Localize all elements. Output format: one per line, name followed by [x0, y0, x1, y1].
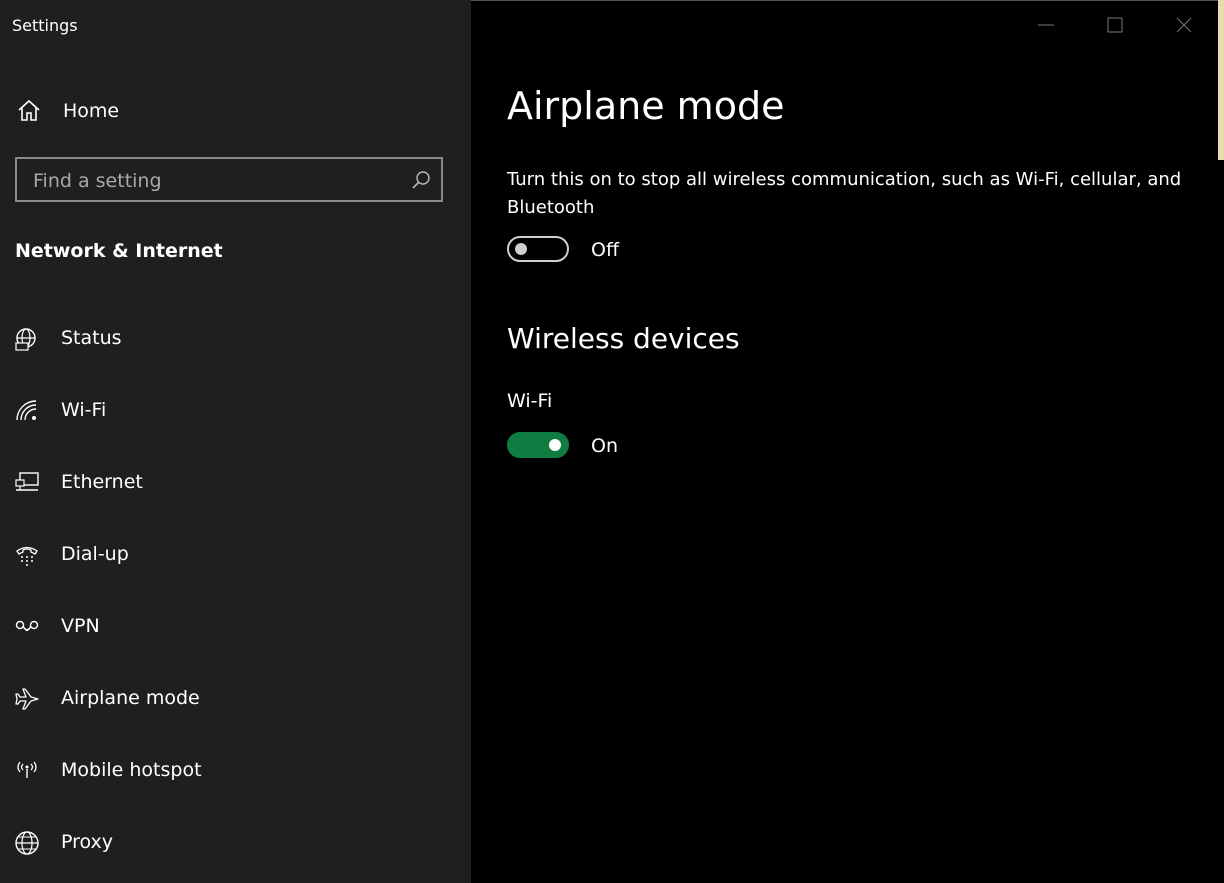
toggle-knob	[515, 243, 527, 255]
sidebar-item-label: Status	[61, 327, 122, 349]
sidebar-item-vpn[interactable]: VPN	[0, 598, 471, 658]
section-title: Network & Internet	[15, 240, 223, 262]
sidebar-item-label: Wi-Fi	[61, 399, 107, 421]
sidebar-item-status[interactable]: Status	[0, 310, 471, 370]
ethernet-icon	[15, 472, 39, 491]
sidebar-item-wifi[interactable]: Wi-Fi	[0, 382, 471, 442]
maximize-icon	[1107, 17, 1123, 33]
airplane-mode-description: Turn this on to stop all wireless commun…	[507, 169, 1182, 218]
wifi-device-label: Wi-Fi	[507, 390, 553, 412]
sidebar-item-dialup[interactable]: Dial-up	[0, 526, 471, 586]
maximize-button[interactable]	[1085, 0, 1145, 50]
vpn-icon	[15, 620, 39, 632]
airplane-icon	[15, 688, 39, 710]
airplane-mode-state: Off	[591, 239, 620, 261]
sidebar: Settings Home Network & Internet Status	[0, 0, 471, 883]
airplane-mode-toggle[interactable]	[507, 236, 569, 262]
sidebar-item-label: Airplane mode	[61, 687, 200, 709]
dialup-icon	[16, 546, 38, 566]
sidebar-item-mobile-hotspot[interactable]: Mobile hotspot	[0, 742, 471, 802]
search-box[interactable]	[15, 157, 443, 202]
page-title: Airplane mode	[507, 84, 785, 128]
minimize-button[interactable]	[1016, 0, 1076, 50]
home-icon	[18, 99, 40, 121]
window-title: Settings	[12, 16, 78, 35]
search-input[interactable]	[31, 165, 415, 197]
close-icon	[1176, 17, 1192, 33]
search-icon[interactable]	[411, 170, 431, 190]
close-button[interactable]	[1154, 0, 1214, 50]
minimize-icon	[1038, 24, 1054, 26]
home-nav-item[interactable]: Home	[16, 96, 119, 126]
sidebar-item-airplane-mode[interactable]: Airplane mode	[0, 670, 471, 730]
hotspot-icon	[17, 761, 37, 778]
sidebar-item-proxy[interactable]: Proxy	[0, 814, 471, 874]
wifi-state: On	[591, 435, 618, 457]
background-window-edge	[1218, 0, 1224, 160]
globe-status-icon	[15, 328, 36, 351]
sidebar-item-label: Ethernet	[61, 471, 143, 493]
sidebar-item-label: Mobile hotspot	[61, 759, 202, 781]
sidebar-item-label: Proxy	[61, 831, 114, 853]
wifi-toggle[interactable]	[507, 432, 569, 458]
home-label: Home	[63, 100, 120, 122]
wifi-icon	[16, 400, 37, 421]
toggle-knob	[549, 439, 561, 451]
sidebar-item-label: Dial-up	[61, 543, 129, 565]
sidebar-item-ethernet[interactable]: Ethernet	[0, 454, 471, 514]
sidebar-item-label: VPN	[61, 615, 100, 637]
globe-icon	[15, 831, 39, 855]
wireless-devices-heading: Wireless devices	[507, 322, 740, 355]
